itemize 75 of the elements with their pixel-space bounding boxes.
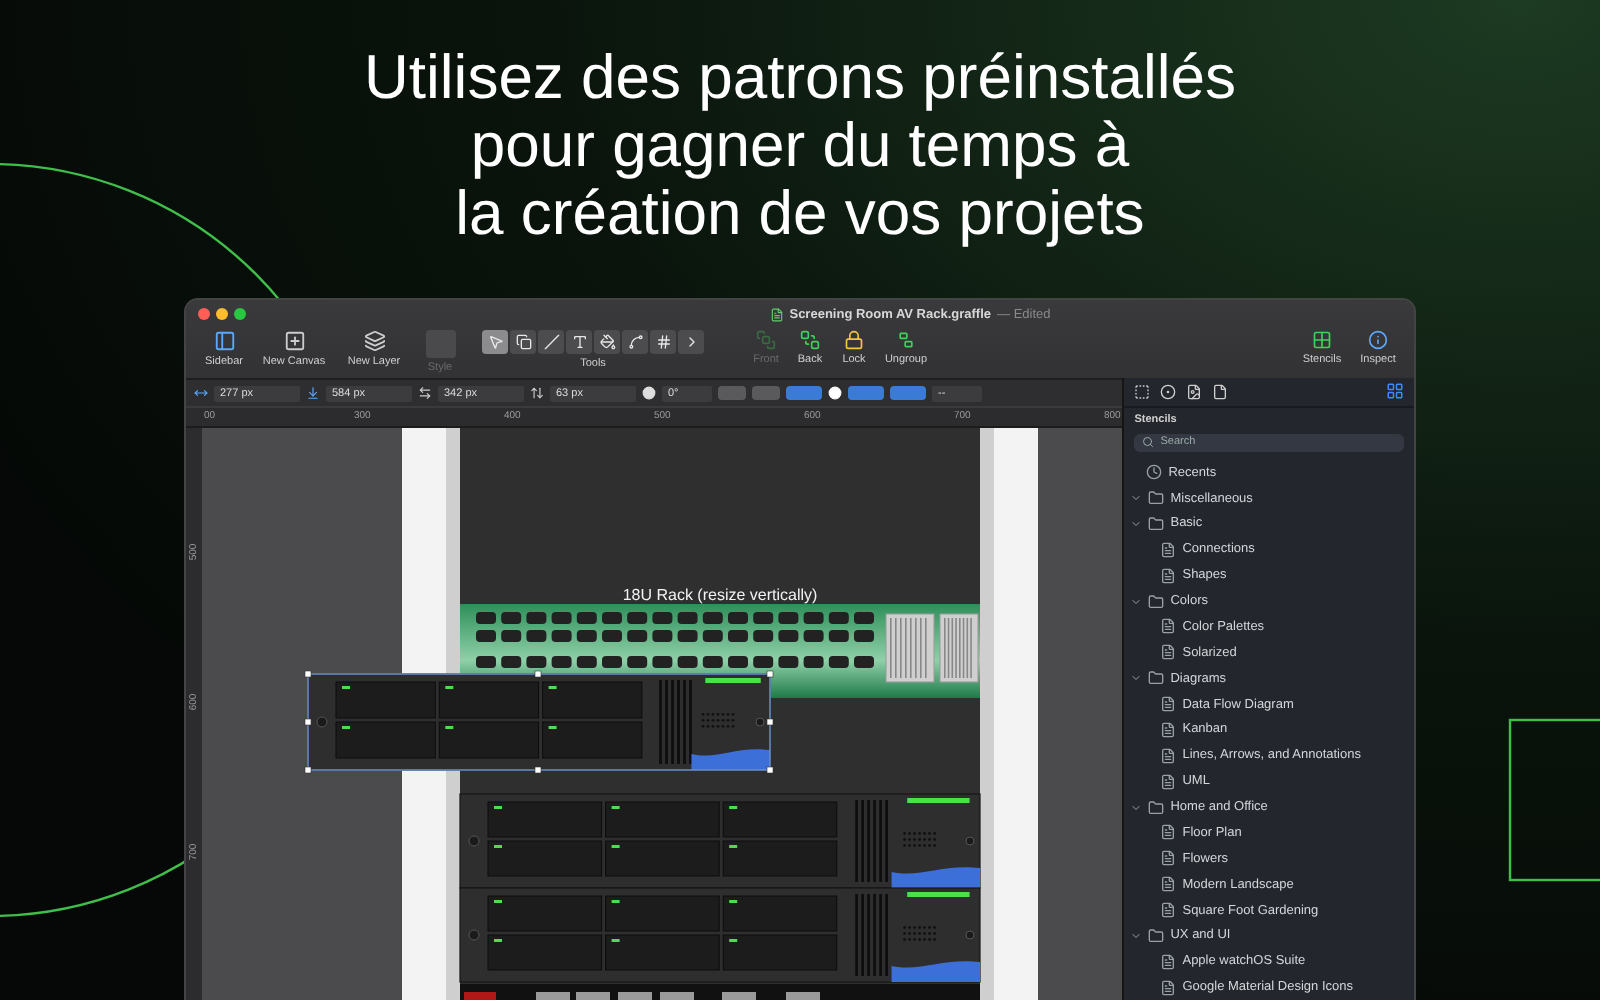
canvas-tab-icon[interactable] xyxy=(1134,383,1151,400)
stencil-icon xyxy=(1160,850,1177,867)
tool-button[interactable] xyxy=(538,330,564,354)
stencil-icon xyxy=(1160,876,1177,893)
toolbar-icon xyxy=(800,330,820,350)
dimension-icon xyxy=(194,386,208,400)
stencil-icon xyxy=(1160,773,1177,790)
tool-button[interactable] xyxy=(622,330,648,354)
toolbar-icon xyxy=(283,330,305,352)
stencil-icon xyxy=(1160,567,1177,584)
toolbar-icon xyxy=(756,330,776,350)
stencil-icon xyxy=(1160,618,1177,635)
tool-button[interactable] xyxy=(566,330,592,354)
stencil-icon xyxy=(1160,902,1177,919)
stencil-icon xyxy=(1160,644,1177,661)
tool-icon xyxy=(487,334,503,350)
more-tools-button[interactable] xyxy=(678,330,704,354)
tool-button[interactable] xyxy=(482,330,508,354)
line-color-well[interactable] xyxy=(890,386,926,400)
tool-icon xyxy=(515,334,531,350)
canvas[interactable]: 18U Rack (resize vertically) xyxy=(202,428,1123,1000)
folder-icon xyxy=(1148,593,1165,610)
zoom-button[interactable] xyxy=(234,308,246,320)
tool-icon xyxy=(599,334,615,350)
tool-icon xyxy=(571,334,587,350)
fill-color-well[interactable] xyxy=(786,386,822,400)
stencil-icon xyxy=(1160,721,1177,738)
chevron-icon[interactable] xyxy=(1130,672,1143,685)
circle-tab-icon[interactable] xyxy=(1160,383,1177,400)
shadow-toggle-icon[interactable] xyxy=(828,386,842,400)
stencil-icon xyxy=(1160,696,1177,713)
stencil-icon xyxy=(1160,824,1177,841)
close-button[interactable] xyxy=(198,308,210,320)
minimize-button[interactable] xyxy=(216,308,228,320)
folder-icon xyxy=(1148,515,1165,532)
stencil-icon xyxy=(1160,747,1177,764)
toolbar-icon xyxy=(213,330,235,352)
toolbar-icon xyxy=(896,330,916,350)
stroke-color-well[interactable] xyxy=(848,386,884,400)
dimension-icon xyxy=(306,386,320,400)
toolbar-icon xyxy=(1368,330,1388,350)
search-icon xyxy=(1142,436,1155,449)
toolbar-icon xyxy=(1312,330,1332,350)
dimension-icon xyxy=(530,386,544,400)
folder-icon xyxy=(1148,490,1165,507)
folder-icon xyxy=(1148,927,1165,944)
chevron-icon[interactable] xyxy=(1130,595,1143,608)
chevron-icon[interactable] xyxy=(1130,929,1143,942)
chevron-icon[interactable] xyxy=(1130,517,1143,530)
tool-icon xyxy=(627,334,643,350)
dimension-icon xyxy=(418,386,432,400)
toolbar-icon xyxy=(844,330,864,350)
grid-view-icon[interactable] xyxy=(1386,382,1404,401)
stencil-icon xyxy=(1160,979,1177,996)
clock-icon xyxy=(1146,464,1163,481)
rotation-knob-icon[interactable] xyxy=(642,386,656,400)
folder-icon xyxy=(1148,799,1165,816)
stencil-icon xyxy=(1160,953,1177,970)
stencil-icon xyxy=(1160,541,1177,558)
toolbar-icon xyxy=(363,330,385,352)
tool-button[interactable] xyxy=(650,330,676,354)
document-tab-icon[interactable] xyxy=(1212,383,1229,400)
rack-label: 18U Rack (resize vertically) xyxy=(622,586,818,604)
headline-text: Utilisez des patrons préinstallés xyxy=(364,44,1236,112)
chevron-icon[interactable] xyxy=(1130,492,1143,505)
headline-text: pour gagner du temps à xyxy=(470,112,1130,180)
headline-text: la création de vos projets xyxy=(455,180,1145,248)
image-tab-icon[interactable] xyxy=(1186,383,1203,400)
tool-button[interactable] xyxy=(510,330,536,354)
folder-icon xyxy=(1148,670,1165,687)
document-icon xyxy=(769,307,784,321)
tool-icon xyxy=(655,334,671,350)
chevron-icon[interactable] xyxy=(1130,801,1143,814)
tool-icon xyxy=(543,334,559,350)
tool-button[interactable] xyxy=(594,330,620,354)
